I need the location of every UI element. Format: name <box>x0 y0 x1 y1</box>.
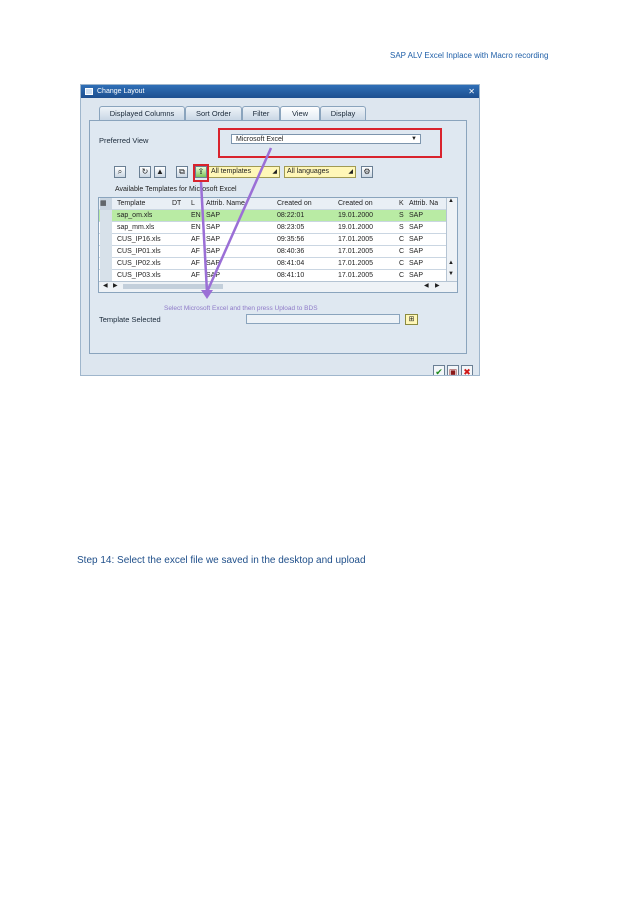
annotation-arrows <box>199 147 273 299</box>
arrow-from-upload <box>199 181 209 293</box>
arrow-from-view <box>205 147 273 293</box>
step-instruction: Step 14: Select the excel file we saved … <box>77 555 366 566</box>
arrow-head-icon <box>201 290 213 299</box>
change-layout-dialog: Change Layout ✕ Displayed Columns Sort O… <box>80 84 480 376</box>
page-header: SAP ALV Excel Inplace with Macro recordi… <box>390 51 549 60</box>
